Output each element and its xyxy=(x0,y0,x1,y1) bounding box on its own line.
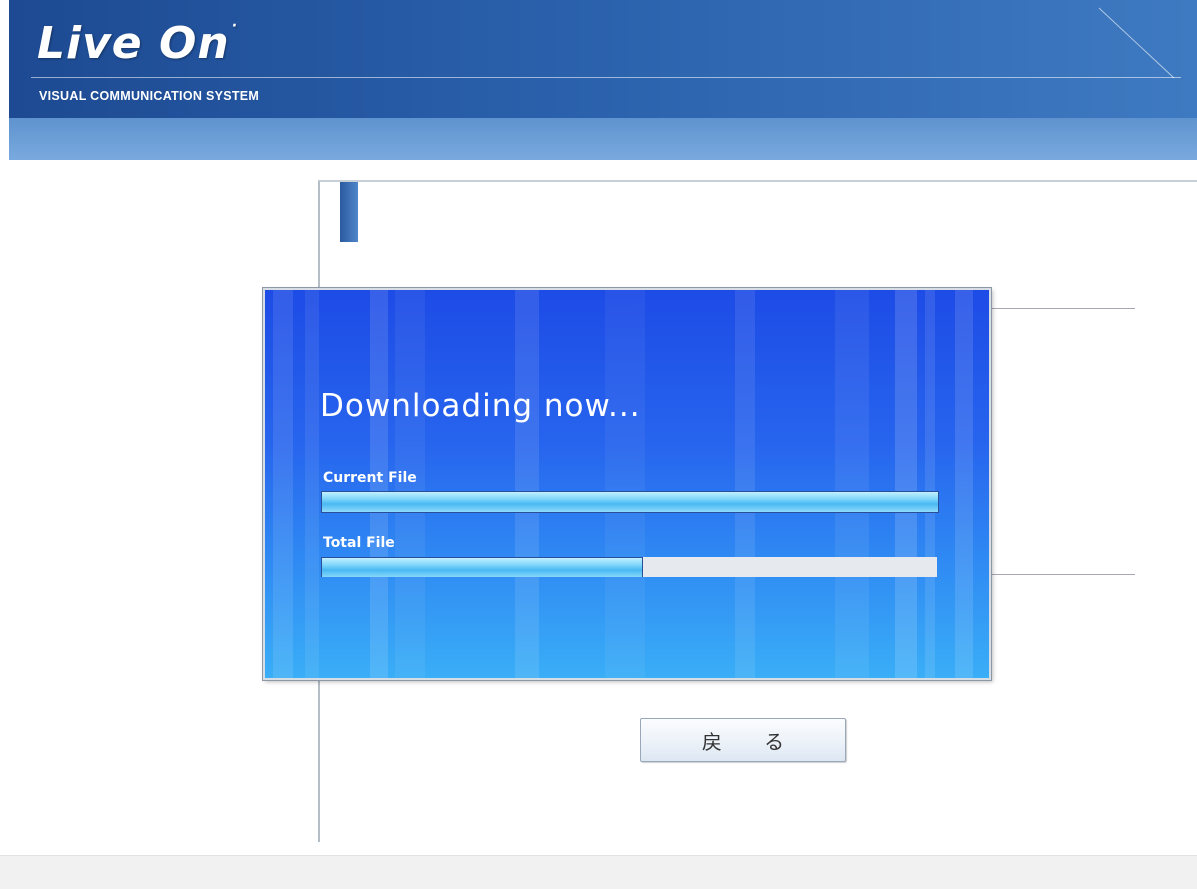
content-rule-upper xyxy=(985,308,1135,309)
total-file-label: Total File xyxy=(323,535,395,551)
back-button[interactable]: 戻 る xyxy=(640,718,846,762)
content-rule-lower xyxy=(985,574,1135,575)
header-band xyxy=(9,118,1197,160)
header-rule xyxy=(31,77,1181,78)
logo-dot-icon: · xyxy=(231,18,239,34)
live-on-logo: Live On · xyxy=(37,18,238,69)
current-file-progress-bar xyxy=(321,491,939,513)
total-file-progress-bar xyxy=(321,557,937,577)
current-file-label: Current File xyxy=(323,470,417,486)
dialog-title: Downloading now... xyxy=(320,388,641,424)
page-left-margin xyxy=(0,0,9,888)
app-header: Live On · VISUAL COMMUNICATION SYSTEM xyxy=(9,0,1197,160)
page-footer xyxy=(0,855,1197,889)
header-tagline: VISUAL COMMUNICATION SYSTEM xyxy=(39,89,260,103)
current-file-progress-fill xyxy=(322,492,938,512)
total-file-progress-fill xyxy=(321,557,644,577)
section-marker xyxy=(340,182,358,242)
logo-text: Live On xyxy=(37,18,230,69)
download-dialog: Downloading now... Current File Total Fi… xyxy=(263,288,991,680)
